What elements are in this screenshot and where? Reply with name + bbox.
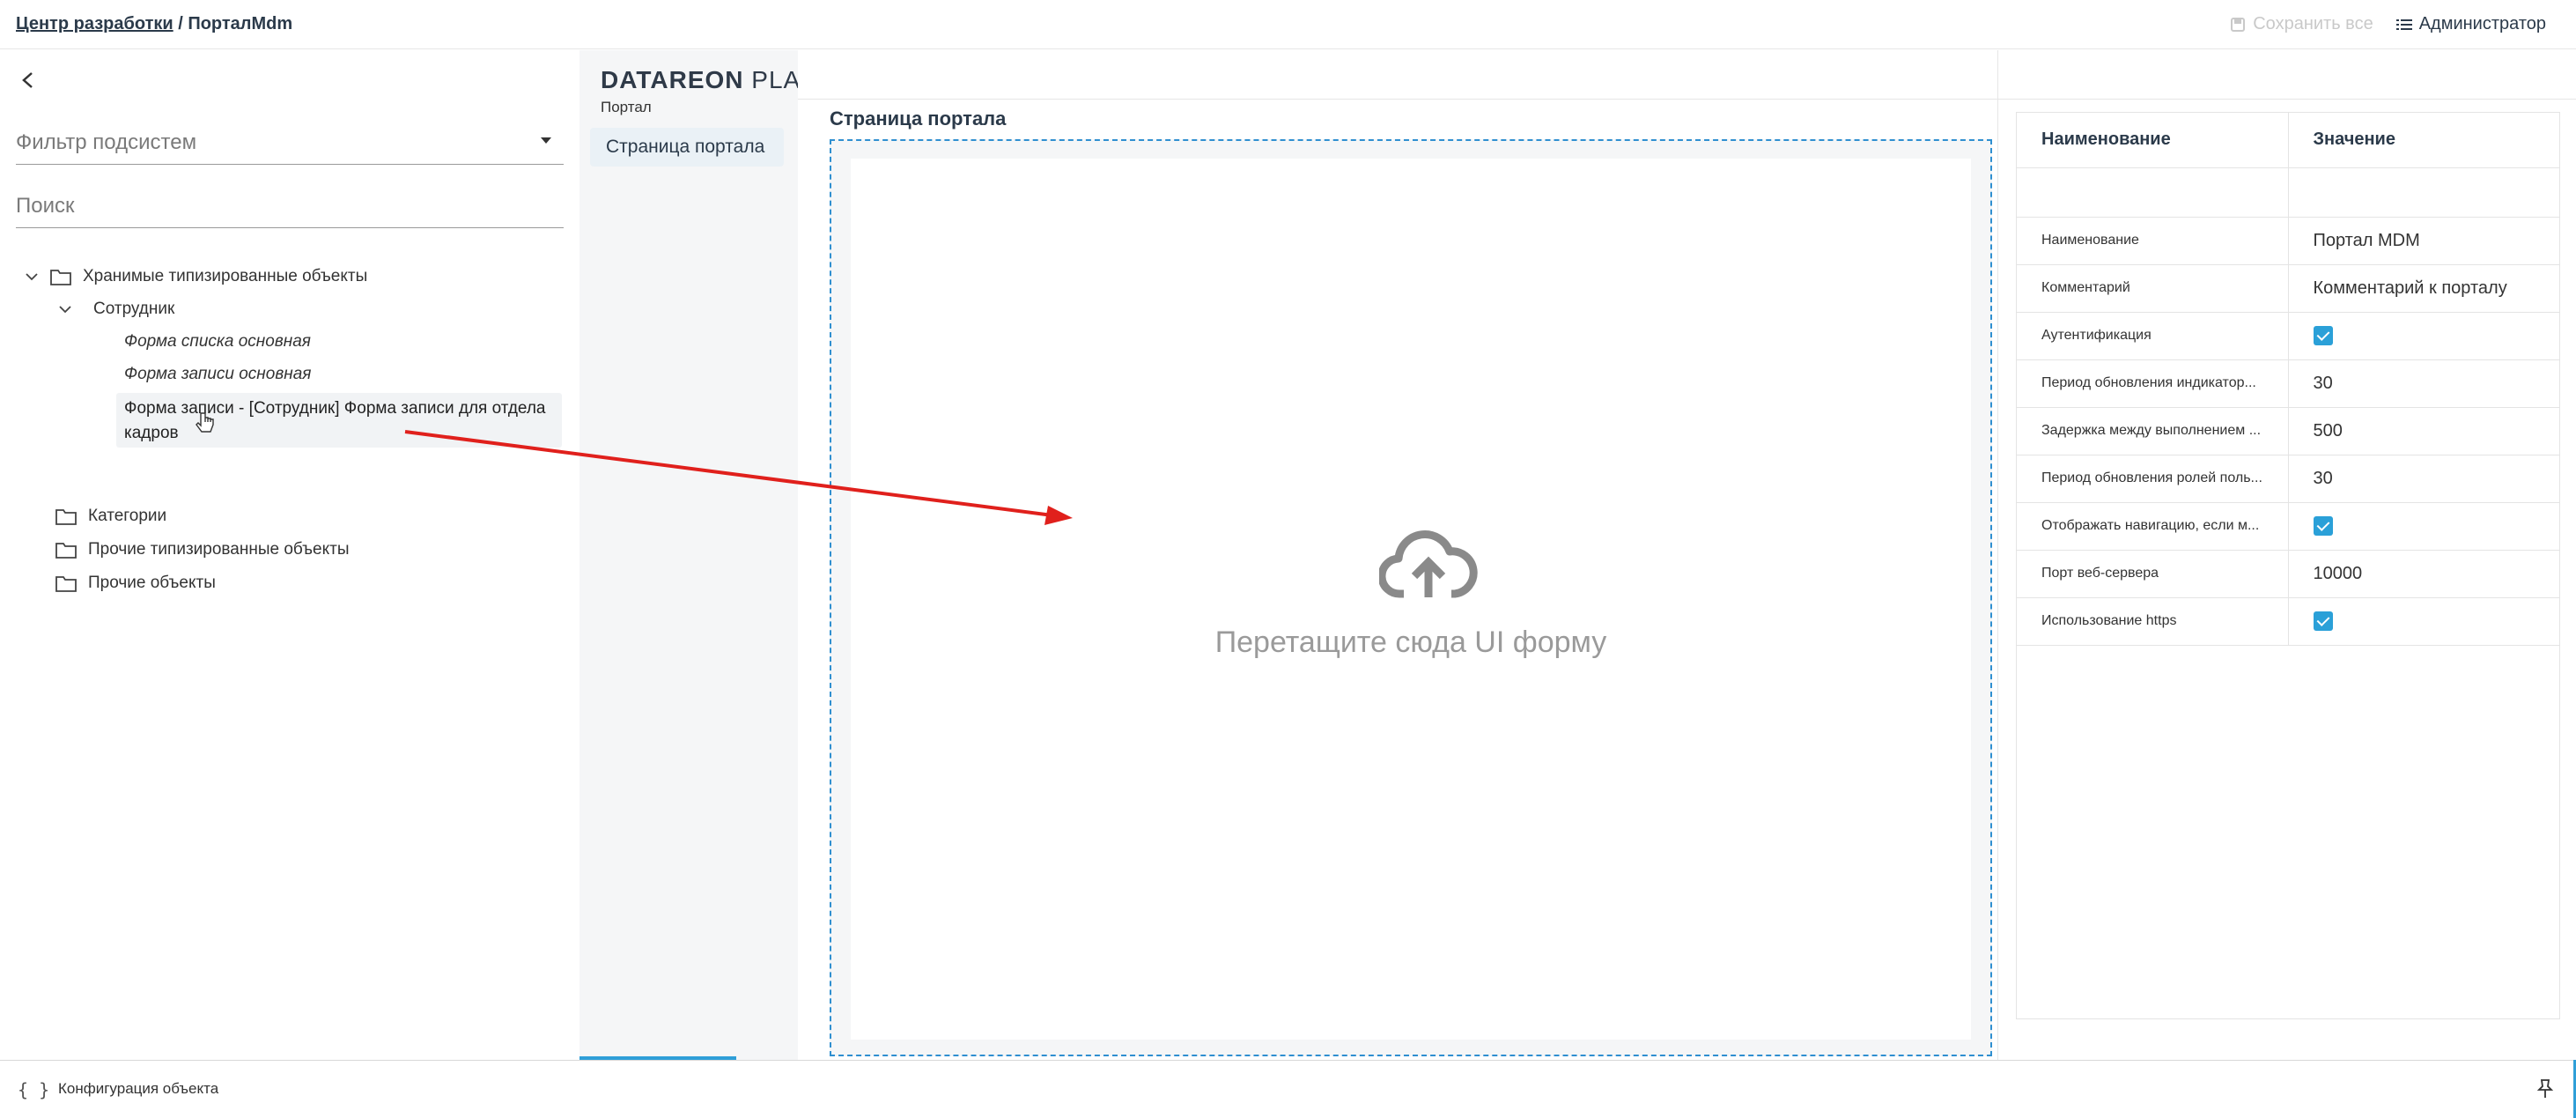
property-name: Период обновления ролей поль...: [2017, 455, 2289, 503]
table-row[interactable]: Порт веб-сервера 10000: [2017, 550, 2559, 598]
save-all-label: Сохранить все: [2253, 14, 2373, 33]
tree-item-other-typed[interactable]: Прочие типизированные объекты: [48, 535, 350, 565]
bottom-bar: { } Конфигурация объекта: [0, 1060, 2576, 1118]
property-name: Наименование: [2017, 217, 2289, 265]
tree-item-record-form[interactable]: Форма записи основная: [124, 359, 311, 389]
pin-icon[interactable]: [2535, 1078, 2555, 1099]
breadcrumb: Центр разработки / ПорталMdm: [16, 14, 292, 34]
tree-label: Форма списка основная: [124, 332, 311, 351]
https-checkbox[interactable]: [2313, 611, 2333, 632]
table-row[interactable]: Период обновления индикатор... 30: [2017, 359, 2559, 408]
dropzone-hint: Перетащите сюда UI форму: [1214, 626, 1607, 659]
user-name: Администратор: [2418, 14, 2546, 33]
folder-icon: [55, 576, 77, 592]
property-value: [2288, 312, 2559, 360]
object-config-label[interactable]: Конфигурация объекта: [58, 1080, 218, 1098]
properties-header: [1998, 50, 2576, 100]
breadcrumb-separator: /: [173, 14, 188, 33]
property-name: Порт веб-сервера: [2017, 550, 2289, 598]
table-row[interactable]: Использование https: [2017, 597, 2559, 646]
properties-panel: Наименование Значение Наименование Портал…: [1997, 50, 2576, 1060]
tree-label: Сотрудник: [93, 300, 175, 318]
property-name: Отображать навигацию, если м...: [2017, 502, 2289, 551]
property-name: Комментарий: [2017, 264, 2289, 313]
center-header: [798, 50, 1997, 100]
portal-nav-panel: DATAREON PLA Портал Страница портала: [579, 50, 798, 1060]
property-name: Задержка между выполнением ...: [2017, 407, 2289, 455]
property-value[interactable]: Портал MDM: [2288, 217, 2559, 265]
breadcrumb-link-dev-center[interactable]: Центр разработки: [16, 14, 173, 33]
table-row: [2017, 167, 2559, 218]
property-value[interactable]: 10000: [2288, 550, 2559, 598]
nav-item-portal-page[interactable]: Страница портала: [590, 128, 784, 167]
save-all-button[interactable]: Сохранить все: [2230, 14, 2373, 34]
search-input[interactable]: Поиск: [16, 194, 564, 228]
save-icon: [2231, 17, 2246, 32]
dropdown-caret-icon: [541, 137, 551, 144]
table-row[interactable]: Период обновления ролей поль... 30: [2017, 455, 2559, 503]
tree-item-list-form[interactable]: Форма списка основная: [124, 327, 311, 357]
table-row[interactable]: Задержка между выполнением ... 500: [2017, 407, 2559, 455]
chevron-down-icon[interactable]: [55, 299, 76, 320]
back-arrow-icon[interactable]: [12, 64, 44, 96]
navigation-checkbox[interactable]: [2313, 516, 2333, 537]
tree-item-categories[interactable]: Категории: [48, 501, 166, 531]
filter-placeholder: Фильтр подсистем: [16, 130, 197, 154]
property-name: Использование https: [2017, 597, 2289, 646]
form-dropzone[interactable]: Перетащите сюда UI форму: [830, 139, 1992, 1056]
portal-subtitle: Портал: [601, 99, 652, 115]
table-row[interactable]: Аутентификация: [2017, 312, 2559, 360]
property-value[interactable]: 500: [2288, 407, 2559, 455]
list-icon: [2395, 19, 2412, 30]
property-value[interactable]: 30: [2288, 359, 2559, 408]
table-row[interactable]: Отображать навигацию, если м...: [2017, 502, 2559, 551]
dropzone-canvas: [851, 159, 1971, 1040]
folder-icon: [55, 543, 77, 559]
property-value: [2288, 502, 2559, 551]
page-title: Страница портала: [830, 107, 1007, 130]
hand-cursor-icon: [196, 412, 214, 433]
selected-form-label: Форма записи - [Сотрудник] Форма записи …: [124, 399, 546, 442]
tree-label: Форма записи основная: [124, 365, 312, 383]
auth-checkbox[interactable]: [2313, 326, 2333, 346]
top-bar: Центр разработки / ПорталMdm Сохранить в…: [0, 0, 2576, 49]
property-value[interactable]: 30: [2288, 455, 2559, 503]
column-header-name: Наименование: [2017, 113, 2289, 168]
breadcrumb-current: ПорталMdm: [188, 14, 293, 33]
tree-label: Категории: [88, 507, 167, 525]
column-header-value: Значение: [2288, 113, 2559, 168]
property-name: Аутентификация: [2017, 312, 2289, 360]
folder-icon: [55, 509, 77, 525]
search-placeholder: Поиск: [16, 194, 75, 218]
tree-label: Прочие типизированные объекты: [88, 540, 350, 559]
user-menu-button[interactable]: Администратор: [2395, 14, 2546, 34]
left-panel: Фильтр подсистем Поиск Хранимые типизиро…: [0, 50, 578, 1060]
folder-icon: [50, 270, 71, 285]
property-value: [2288, 597, 2559, 646]
chevron-down-icon[interactable]: [21, 266, 42, 287]
table-row[interactable]: Комментарий Комментарий к порталу: [2017, 264, 2559, 313]
table-row[interactable]: Наименование Портал MDM: [2017, 217, 2559, 265]
tree-label: Прочие объекты: [88, 574, 216, 592]
tree-label: Хранимые типизированные объекты: [83, 267, 368, 285]
properties-table: Наименование Значение Наименование Портал…: [2016, 112, 2560, 1019]
datareon-logo: DATAREON PLA: [601, 66, 798, 93]
property-value[interactable]: Комментарий к порталу: [2288, 264, 2559, 313]
property-name: Период обновления индикатор...: [2017, 359, 2289, 408]
cloud-upload-icon: [1379, 530, 1478, 598]
tree-item-other-objects[interactable]: Прочие объекты: [48, 568, 216, 598]
code-braces-icon[interactable]: { }: [18, 1079, 49, 1100]
tree-item-employee[interactable]: Сотрудник: [55, 294, 174, 324]
tree-item-stored-objects[interactable]: Хранимые типизированные объекты: [21, 262, 367, 292]
subsystem-filter-select[interactable]: Фильтр подсистем: [16, 130, 564, 165]
